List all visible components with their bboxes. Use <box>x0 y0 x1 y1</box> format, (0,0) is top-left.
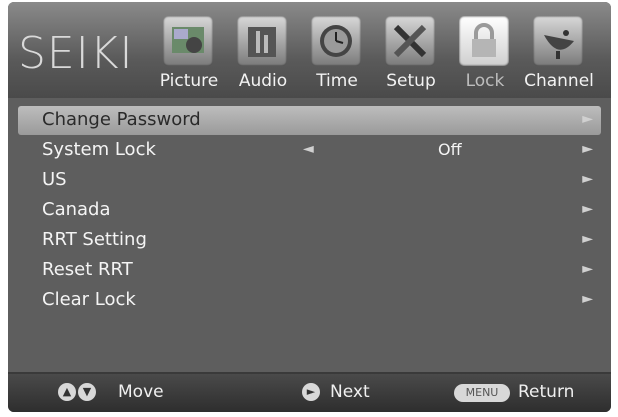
menu-item-reset-rrt[interactable]: Reset RRT ► <box>18 256 601 285</box>
tab-channel[interactable]: Channel <box>524 16 594 98</box>
tab-audio[interactable]: Audio <box>228 16 298 98</box>
tab-lock[interactable]: Lock <box>450 16 520 98</box>
tab-picture[interactable]: Picture <box>154 16 224 98</box>
up-arrow-icon: ▲ <box>58 383 76 401</box>
chevron-left-icon[interactable]: ◄ <box>303 141 314 157</box>
chevron-right-icon[interactable]: ► <box>582 141 593 157</box>
picture-icon <box>163 16 213 66</box>
tab-label: Channel <box>524 71 594 91</box>
lock-menu: Change Password ► System Lock ◄ Off ► US… <box>8 98 611 372</box>
clock-icon <box>311 16 361 66</box>
system-lock-value: Off <box>438 140 462 159</box>
menu-item-label: Clear Lock <box>42 289 136 310</box>
menu-item-label: RRT Setting <box>42 229 147 250</box>
menu-item-label: Canada <box>42 199 111 220</box>
down-arrow-icon: ▼ <box>78 383 96 401</box>
brand-logo: SEIKI <box>18 28 134 79</box>
return-hint: Return <box>518 382 575 402</box>
chevron-right-icon: ► <box>582 171 593 187</box>
next-hint: Next <box>330 382 370 402</box>
tab-label: Lock <box>465 71 505 91</box>
satellite-dish-icon <box>533 16 583 66</box>
menu-item-label: US <box>42 169 67 190</box>
top-bar: SEIKI Picture Audio Time Setup Lock Chan… <box>8 2 611 98</box>
menu-item-label: Change Password <box>42 109 201 130</box>
move-hint: Move <box>118 382 164 402</box>
tab-setup[interactable]: Setup <box>376 16 446 98</box>
chevron-right-icon: ► <box>582 201 593 217</box>
menu-item-change-password[interactable]: Change Password ► <box>18 106 601 135</box>
footer-hints: ▲ ▼ Move ► Next MENU Return <box>8 374 611 412</box>
tab-label: Setup <box>386 71 436 91</box>
right-arrow-icon: ► <box>302 383 320 401</box>
lock-icon <box>459 16 509 66</box>
setup-tools-icon <box>385 16 435 66</box>
menu-item-label: System Lock <box>42 139 156 160</box>
menu-item-us[interactable]: US ► <box>18 166 601 195</box>
tab-label: Audio <box>238 71 288 91</box>
chevron-right-icon: ► <box>582 291 593 307</box>
chevron-right-icon: ► <box>582 231 593 247</box>
menu-item-canada[interactable]: Canada ► <box>18 196 601 225</box>
chevron-right-icon: ► <box>582 261 593 277</box>
menu-button-icon: MENU <box>454 384 510 402</box>
menu-item-clear-lock[interactable]: Clear Lock ► <box>18 286 601 315</box>
menu-item-rrt-setting[interactable]: RRT Setting ► <box>18 226 601 255</box>
tab-label: Time <box>316 71 358 91</box>
tab-label: Picture <box>159 71 219 91</box>
menu-item-label: Reset RRT <box>42 259 133 280</box>
tv-screen: SEIKI Picture Audio Time Setup Lock Chan… <box>8 2 611 412</box>
audio-icon <box>237 16 287 66</box>
tab-time[interactable]: Time <box>302 16 372 98</box>
menu-item-system-lock[interactable]: System Lock ◄ Off ► <box>18 136 601 165</box>
chevron-right-icon: ► <box>582 111 593 127</box>
